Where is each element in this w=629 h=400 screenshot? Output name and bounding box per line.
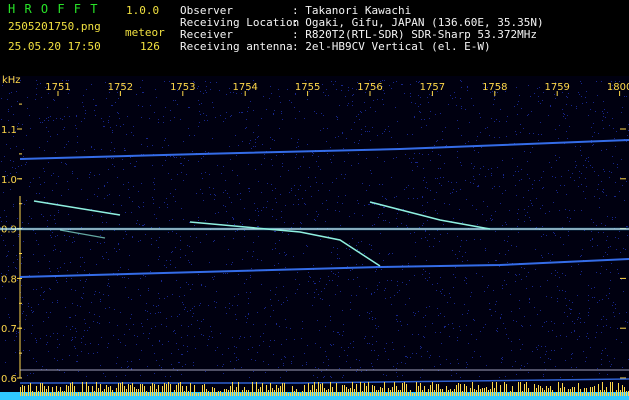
y-tick-label: 1.0 — [1, 175, 17, 186]
spectrogram-background — [0, 76, 629, 400]
y-axis-unit: kHz — [2, 75, 21, 86]
y-tick-label: 1.1 — [1, 125, 17, 136]
y-tick-label: 0.7 — [1, 324, 17, 335]
spectrogram: 1751175217531754175517561757175817591800… — [0, 75, 629, 400]
x-tick-label: 1800 — [607, 82, 629, 93]
y-tick-label: 0.6 — [1, 374, 17, 385]
y-tick-label: 0.8 — [1, 274, 17, 285]
